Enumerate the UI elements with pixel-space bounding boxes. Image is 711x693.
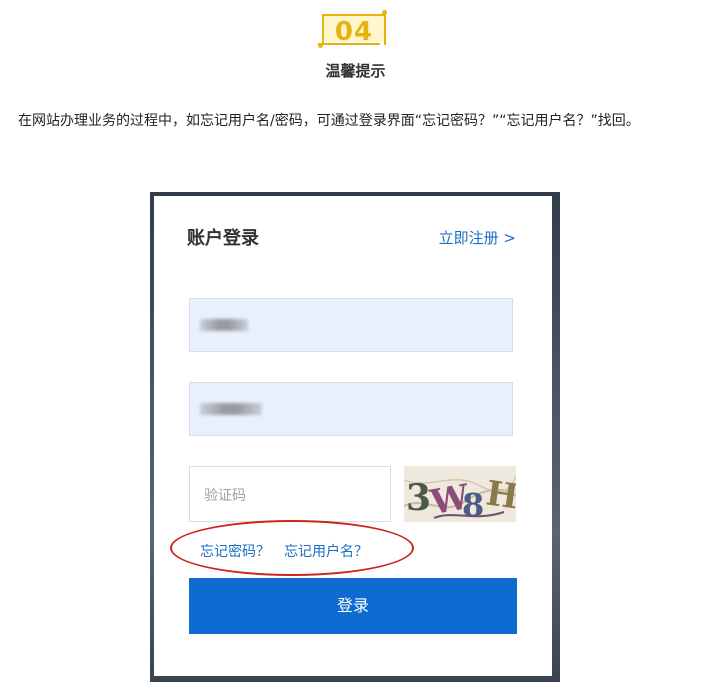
- badge-frame-left: [322, 14, 324, 45]
- badge-number: 04: [334, 17, 374, 47]
- username-field[interactable]: [189, 298, 513, 352]
- badge-dot-bottom-left: [318, 43, 323, 48]
- password-redacted: [200, 403, 262, 415]
- captcha-input[interactable]: 验证码: [189, 466, 391, 522]
- forgot-password-link[interactable]: 忘记密码？: [200, 544, 270, 560]
- captcha-placeholder: 验证码: [204, 488, 246, 504]
- captcha-image[interactable]: 3 W 8 H: [404, 466, 516, 522]
- tip-paragraph: 在网站办理业务的过程中，如忘记用户名/密码，可通过登录界面“忘记密码？”“忘记用…: [18, 113, 640, 129]
- password-field[interactable]: [189, 382, 513, 436]
- section-title: 温馨提示: [325, 62, 386, 80]
- forgot-links: 忘记密码？ 忘记用户名？: [200, 541, 368, 561]
- forgot-username-link[interactable]: 忘记用户名？: [284, 544, 368, 560]
- username-redacted: [200, 319, 248, 331]
- captcha-graphic: 3 W 8 H: [404, 466, 516, 522]
- svg-text:H: H: [483, 473, 516, 517]
- login-button[interactable]: 登录: [189, 578, 517, 634]
- badge-frame-right: [384, 14, 386, 45]
- section-number-badge: 04: [318, 10, 390, 48]
- badge-dot-top-right: [382, 10, 387, 15]
- login-card: 账户登录 立即注册 > 验证码 3 W 8 H 忘记密码？ 忘记用户名？ 登录: [154, 196, 552, 676]
- register-link[interactable]: 立即注册 >: [439, 227, 516, 248]
- login-title: 账户登录: [187, 228, 259, 249]
- login-screenshot: 账户登录 立即注册 > 验证码 3 W 8 H 忘记密码？ 忘记用户名？ 登录: [150, 192, 560, 682]
- badge-frame-top: [324, 14, 386, 16]
